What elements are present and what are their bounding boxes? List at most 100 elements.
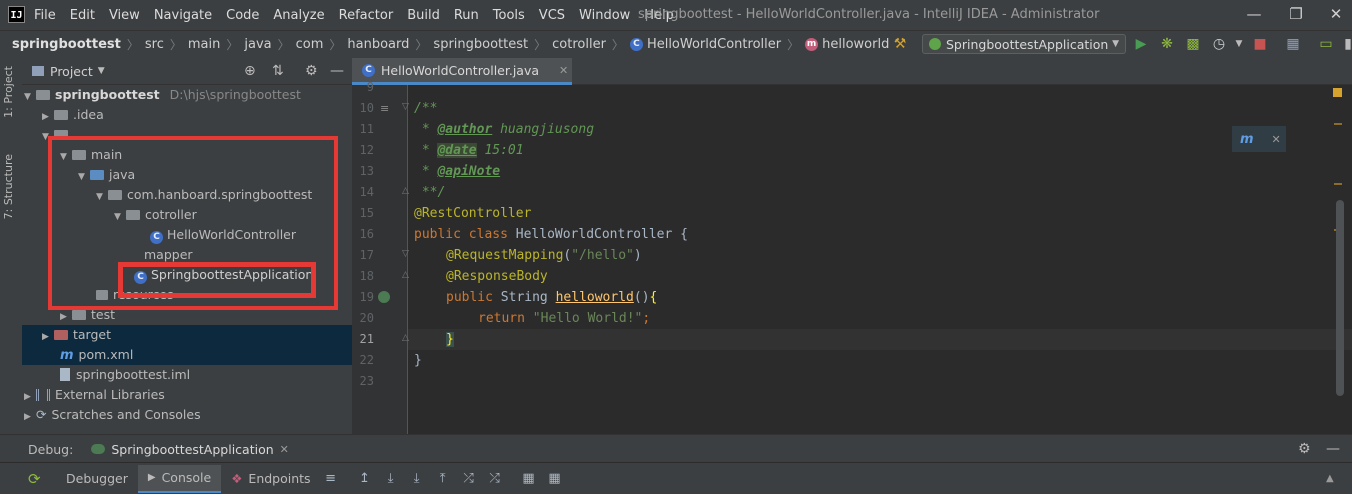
force-step-icon[interactable]: ⤮ xyxy=(459,471,479,486)
doc-render-icon[interactable]: ≡ xyxy=(380,102,389,115)
fold-icon[interactable]: △ xyxy=(402,270,409,280)
tab-console[interactable]: ▶ Console xyxy=(137,464,222,493)
menu-view[interactable]: View xyxy=(109,8,140,23)
tool-tab-project[interactable]: 1: Project xyxy=(2,66,15,118)
step-into-icon[interactable]: ⤓ xyxy=(407,471,427,486)
restore-icon[interactable]: ❐ xyxy=(1286,4,1306,24)
menu-analyze[interactable]: Analyze xyxy=(273,8,324,23)
crumb-project[interactable]: springboottest xyxy=(12,37,121,52)
crumb-cotroller[interactable]: cotroller xyxy=(552,37,606,52)
left-tool-strip: 1: Project 7: Structure xyxy=(0,58,22,434)
crumb-springboottest[interactable]: springboottest xyxy=(433,37,528,52)
maven-icon: m xyxy=(60,348,74,363)
chevron-right-icon: 〉 xyxy=(787,37,800,52)
tool-tab-structure[interactable]: 7: Structure xyxy=(2,154,15,219)
fold-icon[interactable]: △ xyxy=(402,186,409,196)
more-icon[interactable]: ▮ xyxy=(1338,34,1352,54)
profile-icon[interactable]: ◷ xyxy=(1209,34,1229,54)
tree-item-idea[interactable]: ▶ .idea xyxy=(42,105,104,125)
folder-icon xyxy=(54,110,68,120)
collapse-all-icon[interactable]: ⇅ xyxy=(272,63,284,79)
crumb-src[interactable]: src xyxy=(145,37,164,52)
close-session-icon[interactable]: ✕ xyxy=(280,443,289,456)
project-structure-icon[interactable]: ▦ xyxy=(1283,34,1303,54)
menu-code[interactable]: Code xyxy=(226,8,259,23)
show-execution-point-icon[interactable]: ↥ xyxy=(355,471,375,486)
fold-icon[interactable]: ▽ xyxy=(402,102,409,112)
tree-item-pom[interactable]: m pom.xml xyxy=(22,345,352,365)
editor-scrollbar[interactable] xyxy=(1336,200,1344,396)
close-tab-icon[interactable]: ✕ xyxy=(559,64,568,77)
inspection-warning-icon[interactable] xyxy=(1333,88,1342,97)
tree-item-project-root[interactable]: ▼ springboottest D:\hjs\springboottest xyxy=(24,85,301,105)
menu-refactor[interactable]: Refactor xyxy=(339,8,394,23)
debug-session-tab[interactable]: SpringboottestApplication xyxy=(111,442,273,457)
error-stripe-mark[interactable] xyxy=(1334,183,1342,185)
step-out-icon[interactable]: ⤒ xyxy=(433,471,453,486)
build-hammer-icon[interactable]: ⚒ xyxy=(890,34,910,54)
tree-item-target[interactable]: ▶ target xyxy=(22,325,352,345)
step-over-icon[interactable]: ⤓ xyxy=(381,471,401,486)
menu-file[interactable]: File xyxy=(34,8,56,23)
gear-icon[interactable]: ⚙ xyxy=(305,63,318,79)
chevron-down-icon[interactable]: ▼ xyxy=(1229,34,1249,54)
scroll-up-icon[interactable]: ▲ xyxy=(1326,473,1334,484)
code-line-18: @ResponseBody xyxy=(446,269,548,284)
tree-label: Scratches and Consoles xyxy=(51,407,201,422)
tab-debugger[interactable]: Debugger xyxy=(56,465,138,493)
crumb-com[interactable]: com xyxy=(296,37,324,52)
run-config-label: SpringboottestApplication xyxy=(946,36,1109,52)
tab-endpoints-label: Endpoints xyxy=(248,470,311,486)
crumb-main[interactable]: main xyxy=(188,37,220,52)
collapse-arrow-icon: ▶ xyxy=(24,412,31,422)
menu-edit[interactable]: Edit xyxy=(70,8,95,23)
menu-navigate[interactable]: Navigate xyxy=(154,8,212,23)
stop-icon[interactable]: ■ xyxy=(1250,34,1270,54)
run-gutter-spring-icon[interactable] xyxy=(378,291,390,303)
menu-build[interactable]: Build xyxy=(407,8,440,23)
gear-icon[interactable]: ⚙ xyxy=(1298,441,1311,457)
maven-reload-icon[interactable]: m xyxy=(1240,132,1254,147)
minimize-icon[interactable]: — xyxy=(1244,4,1264,24)
endpoints-icon: ❖ xyxy=(231,470,243,486)
project-title[interactable]: Project xyxy=(50,64,93,79)
line-number: 19 xyxy=(359,290,374,304)
menu-icon[interactable]: ≡ xyxy=(321,471,341,486)
crumb-method[interactable]: helloworld xyxy=(822,37,889,52)
rerun-icon[interactable]: ⟳ xyxy=(28,470,48,488)
close-window-icon[interactable]: ✕ xyxy=(1326,4,1346,24)
hide-icon[interactable]: — xyxy=(330,63,344,79)
fold-icon[interactable]: ▽ xyxy=(402,249,409,259)
folder-icon xyxy=(72,310,86,320)
tree-item-iml[interactable]: springboottest.iml xyxy=(60,365,190,385)
menu-window[interactable]: Window xyxy=(579,8,630,23)
chevron-right-icon: 〉 xyxy=(226,37,239,52)
run-config-dropdown[interactable]: SpringboottestApplication ▼ xyxy=(922,34,1126,54)
fold-icon[interactable]: △ xyxy=(402,333,409,343)
debug-label: Debug: xyxy=(28,441,74,457)
hide-icon[interactable]: — xyxy=(1326,441,1340,457)
collapse-arrow-icon: ▶ xyxy=(60,312,67,322)
editor-tab-helloworldcontroller[interactable]: C HelloWorldController.java ✕ xyxy=(352,58,572,85)
trace-icon[interactable]: ▦ xyxy=(545,471,565,486)
code-line-21: } xyxy=(446,332,454,347)
close-icon[interactable]: ✕ xyxy=(1272,133,1281,146)
tree-item-external-libraries[interactable]: ▶ External Libraries xyxy=(24,385,165,405)
run-icon[interactable]: ▶ xyxy=(1131,34,1151,54)
locate-icon[interactable]: ⊕ xyxy=(244,63,256,79)
menu-run[interactable]: Run xyxy=(454,8,479,23)
coverage-icon[interactable]: ▩ xyxy=(1183,34,1203,54)
error-stripe-mark[interactable] xyxy=(1334,123,1342,125)
crumb-class[interactable]: HelloWorldController xyxy=(647,37,781,52)
crumb-hanboard[interactable]: hanboard xyxy=(347,37,409,52)
run-to-cursor-icon[interactable]: ⤮ xyxy=(485,471,505,486)
chevron-down-icon[interactable]: ▼ xyxy=(98,66,105,76)
debug-bug-icon[interactable]: ❋ xyxy=(1157,34,1177,54)
terminal-icon[interactable]: ▭ xyxy=(1316,34,1336,54)
crumb-java[interactable]: java xyxy=(244,37,271,52)
menu-vcs[interactable]: VCS xyxy=(539,8,565,23)
tab-endpoints[interactable]: ❖ Endpoints xyxy=(221,465,320,493)
tree-item-scratches[interactable]: ▶ ⟳ Scratches and Consoles xyxy=(24,405,201,425)
evaluate-icon[interactable]: ▦ xyxy=(519,471,539,486)
menu-tools[interactable]: Tools xyxy=(493,8,525,23)
